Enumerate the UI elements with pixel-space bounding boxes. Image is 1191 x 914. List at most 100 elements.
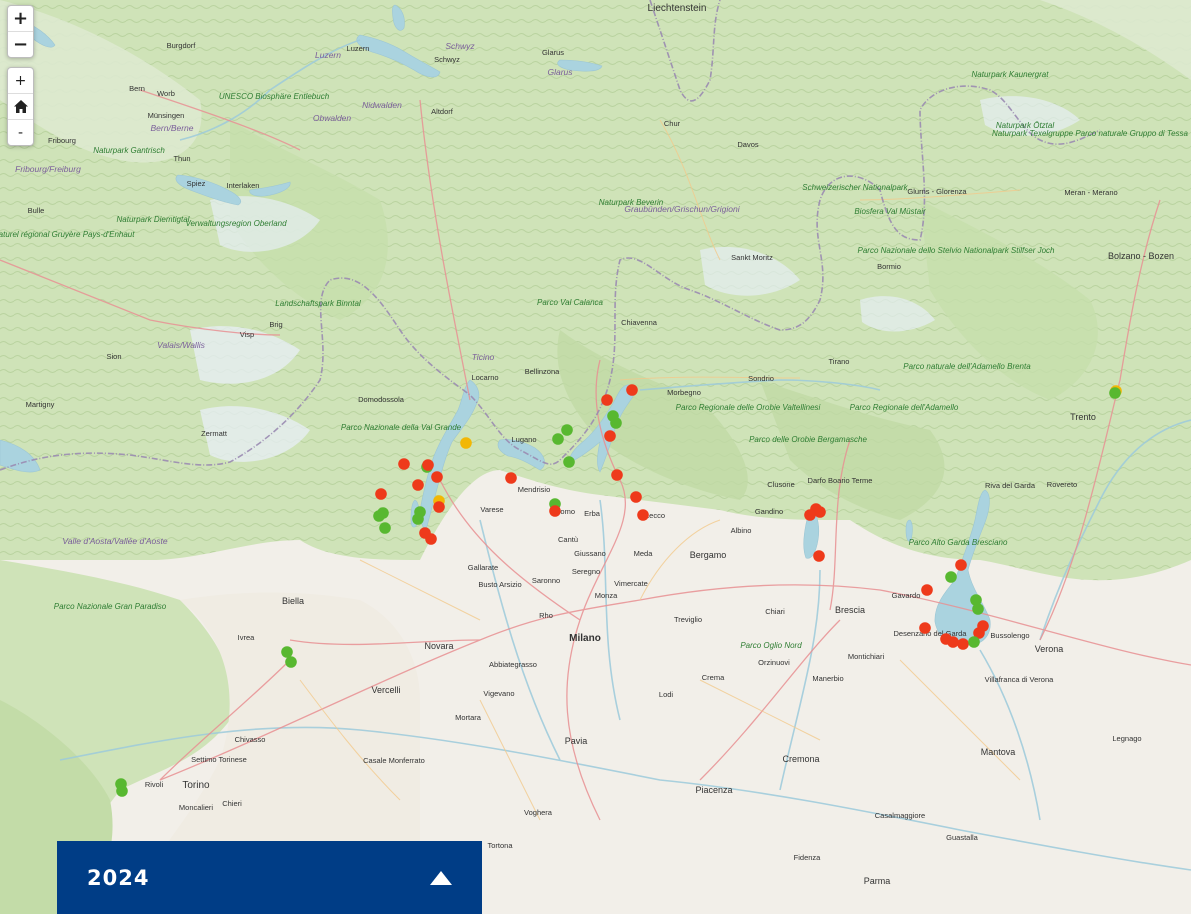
home-icon (13, 100, 28, 113)
home-button[interactable] (8, 93, 33, 119)
label-desenzano: Desenzano del Garda (894, 629, 968, 638)
map-canvas[interactable]: Bern Burgdorf Worb Münsingen Thun Spiez … (0, 0, 1191, 914)
label-abbiategrasso: Abbiategrasso (489, 660, 537, 669)
station-marker-red[interactable] (921, 584, 933, 596)
label-seregno: Seregno (572, 567, 600, 576)
station-marker-green[interactable] (968, 636, 980, 648)
label-lugano: Lugano (511, 435, 536, 444)
label-rivoli: Rivoli (145, 780, 164, 789)
label-gruyere: Parc naturel régional Gruyère Pays-d'Enh… (0, 230, 135, 239)
label-schwyz: Schwyz (434, 55, 460, 64)
station-marker-red[interactable] (505, 472, 517, 484)
label-voghera: Voghera (524, 808, 553, 817)
station-marker-red[interactable] (375, 488, 387, 500)
label-mortara: Mortara (455, 713, 482, 722)
label-treviglio: Treviglio (674, 615, 702, 624)
station-marker-green[interactable] (972, 603, 984, 615)
label-liechtenstein: Liechtenstein (648, 3, 707, 14)
station-marker-red[interactable] (637, 509, 649, 521)
station-marker-red[interactable] (425, 533, 437, 545)
label-luzern-region: Luzern (315, 50, 341, 60)
station-marker-red[interactable] (549, 505, 561, 517)
station-marker-red[interactable] (422, 459, 434, 471)
station-marker-green[interactable] (379, 522, 391, 534)
station-marker-green[interactable] (563, 456, 575, 468)
year-panel[interactable]: 2024 (57, 841, 482, 914)
label-bellinzona: Bellinzona (525, 367, 560, 376)
station-marker-red[interactable] (804, 509, 816, 521)
label-worb: Worb (157, 89, 175, 98)
label-gantrisch: Naturpark Gantrisch (93, 146, 165, 155)
station-marker-red[interactable] (947, 636, 959, 648)
station-marker-green[interactable] (945, 571, 957, 583)
label-beverin: Naturpark Beverin (599, 198, 664, 207)
label-bormio: Bormio (877, 262, 901, 271)
label-schwyz-region: Schwyz (445, 41, 475, 51)
station-marker-green[interactable] (116, 785, 128, 797)
station-marker-green[interactable] (373, 510, 385, 522)
label-orobie-bergamasche: Parco delle Orobie Bergamasche (749, 435, 867, 444)
label-ivrea: Ivrea (238, 633, 256, 642)
label-biella: Biella (282, 596, 304, 606)
station-marker-red[interactable] (604, 430, 616, 442)
label-morbegno: Morbegno (667, 388, 701, 397)
label-varese: Varese (480, 505, 503, 514)
label-valle-daosta: Valle d'Aosta/Vallée d'Aoste (62, 536, 167, 546)
label-brescia: Brescia (835, 605, 865, 615)
station-marker-green[interactable] (561, 424, 573, 436)
label-manerbio: Manerbio (812, 674, 843, 683)
triangle-up-icon[interactable] (430, 870, 452, 885)
label-pavia: Pavia (565, 736, 588, 746)
label-binntal: Landschaftspark Binntal (275, 299, 361, 308)
station-marker-yellow[interactable] (460, 437, 472, 449)
label-guastalla: Guastalla (946, 833, 979, 842)
station-marker-red[interactable] (957, 638, 969, 650)
label-novara: Novara (424, 641, 453, 651)
label-bolzano: Bolzano - Bozen (1108, 251, 1174, 261)
label-alto-garda: Parco Alto Garda Bresciano (909, 538, 1008, 547)
navigation-control: + - (7, 67, 34, 146)
label-luzern: Luzern (347, 44, 370, 53)
zoom-out-button[interactable]: − (8, 31, 33, 57)
label-orzinuovi: Orzinuovi (758, 658, 790, 667)
label-ticino: Ticino (472, 352, 495, 362)
label-meda: Meda (634, 549, 654, 558)
label-chiari: Chiari (765, 607, 785, 616)
station-marker-green[interactable] (1109, 387, 1121, 399)
zoom-control: + − (7, 5, 34, 58)
station-marker-red[interactable] (919, 622, 931, 634)
zoom-in-button[interactable]: + (8, 6, 33, 31)
label-rho: Rho (539, 611, 553, 620)
label-meran: Meran - Merano (1064, 188, 1117, 197)
station-marker-red[interactable] (814, 506, 826, 518)
station-marker-red[interactable] (630, 491, 642, 503)
label-albino: Albino (731, 526, 752, 535)
station-marker-red[interactable] (412, 479, 424, 491)
station-marker-green[interactable] (285, 656, 297, 668)
label-bern: Bern (129, 84, 145, 93)
station-marker-green[interactable] (610, 417, 622, 429)
nav-zoom-out-button[interactable]: - (8, 119, 33, 145)
label-chur: Chur (664, 119, 681, 128)
station-marker-red[interactable] (955, 559, 967, 571)
station-marker-green[interactable] (552, 433, 564, 445)
label-munsingen: Münsingen (148, 111, 185, 120)
label-fribourg: Fribourg (48, 136, 76, 145)
label-spiez: Spiez (187, 179, 206, 188)
station-marker-red[interactable] (433, 501, 445, 513)
label-visp: Visp (240, 330, 254, 339)
station-marker-red[interactable] (813, 550, 825, 562)
label-mendrisio: Mendrisio (518, 485, 551, 494)
label-gavardo: Gavardo (892, 591, 921, 600)
station-marker-green[interactable] (412, 513, 424, 525)
label-bergamo: Bergamo (690, 550, 727, 560)
label-brig: Brig (269, 320, 282, 329)
station-marker-red[interactable] (601, 394, 613, 406)
nav-zoom-in-button[interactable]: + (8, 68, 33, 93)
station-marker-green[interactable] (281, 646, 293, 658)
station-marker-red[interactable] (611, 469, 623, 481)
label-saronno: Saronno (532, 576, 560, 585)
station-marker-red[interactable] (398, 458, 410, 470)
station-marker-red[interactable] (626, 384, 638, 396)
station-marker-red[interactable] (431, 471, 443, 483)
